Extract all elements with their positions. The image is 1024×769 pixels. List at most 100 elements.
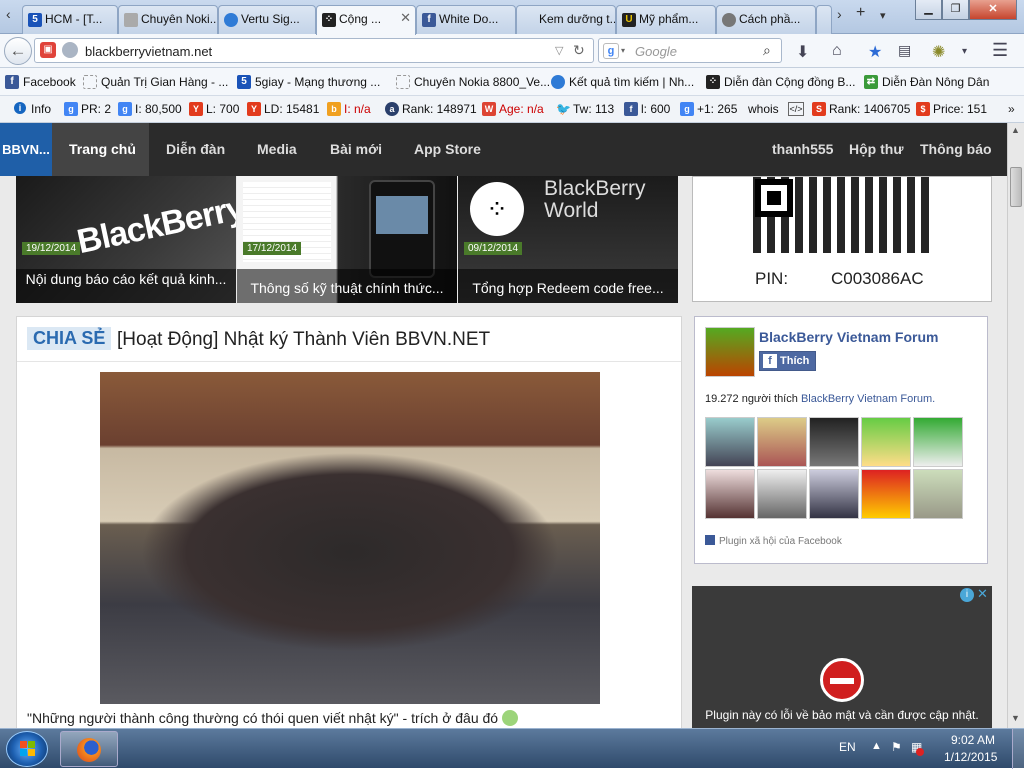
nav-inbox[interactable]: Hộp thư	[849, 141, 903, 157]
clock-date[interactable]: 1/12/2015	[944, 750, 997, 764]
fan-avatar[interactable]	[705, 417, 755, 467]
minimize-icon[interactable]: ▁	[915, 0, 942, 20]
ad-info-icon[interactable]: i	[960, 588, 974, 602]
gear-icon[interactable]: ✺	[932, 42, 945, 62]
restore-icon[interactable]: ❐	[942, 0, 969, 20]
tab-active[interactable]: ⁘ Cộng ... ✕	[316, 5, 416, 35]
seo-item[interactable]: f l: 600	[624, 102, 670, 116]
post-title[interactable]: [Hoạt Động] Nhật ký Thành Viên BBVN.NET	[117, 329, 490, 351]
tab[interactable]: Vertu Sig...	[218, 5, 316, 34]
slide-item[interactable]: ⁘ BlackBerry World 09/12/2014 Tổng hợp Re…	[458, 176, 678, 303]
tab[interactable]: U Mỹ phẩm...	[616, 5, 716, 34]
seo-item[interactable]: g +1: 265	[680, 102, 737, 116]
chevron-down-icon[interactable]: ▾	[962, 46, 967, 57]
fb-like-button[interactable]: f Thích	[759, 351, 817, 371]
fb-plugin-note[interactable]: Plugin xã hội của Facebook	[705, 535, 842, 547]
search-icon[interactable]: ⌕	[763, 42, 771, 59]
seo-item[interactable]: g I: 80,500	[118, 102, 182, 116]
fan-avatar[interactable]	[809, 417, 859, 467]
google-icon[interactable]: g	[603, 43, 619, 59]
chevron-right-icon[interactable]: »	[1008, 102, 1015, 116]
chevron-down-icon[interactable]: ▾	[621, 46, 625, 55]
fb-likes-link[interactable]: BlackBerry Vietnam Forum.	[801, 393, 935, 405]
bookmark-item[interactable]: ⇄ Diễn Đàn Nông Dân	[864, 75, 989, 89]
tray-expand-icon[interactable]: ▲	[871, 740, 882, 752]
seo-item[interactable]: a Rank: 148971	[385, 102, 477, 116]
fan-avatar[interactable]	[757, 469, 807, 519]
tab[interactable]: Cách phầ...	[716, 5, 816, 34]
taskbar-firefox[interactable]	[60, 731, 118, 767]
close-icon[interactable]: ✕	[400, 7, 411, 29]
tab-scroll-left-icon[interactable]: ‹	[6, 6, 11, 22]
tab[interactable]: f White Do...	[416, 5, 516, 34]
nav-media[interactable]: Media	[257, 141, 297, 157]
download-icon[interactable]: ⬇	[796, 42, 809, 62]
fan-avatar[interactable]	[861, 417, 911, 467]
show-desktop-button[interactable]	[1012, 729, 1024, 769]
scroll-thumb[interactable]	[1010, 167, 1022, 207]
slide-item[interactable]: BlackBerry 19/12/2014 Nội dung báo cáo k…	[16, 176, 236, 303]
tab[interactable]: 5 HCM - [T...	[22, 5, 118, 34]
tab-scroll-right-icon[interactable]: ›	[837, 6, 842, 22]
reading-list-icon[interactable]: ▤	[898, 42, 911, 59]
fan-avatar[interactable]	[913, 417, 963, 467]
seo-item[interactable]: Y L: 700	[189, 102, 239, 116]
nav-app-store[interactable]: App Store	[414, 141, 481, 157]
post-tag[interactable]: CHIA SẺ	[27, 327, 112, 350]
fan-avatar[interactable]	[757, 417, 807, 467]
fan-avatar[interactable]	[913, 469, 963, 519]
back-button[interactable]: ←	[4, 37, 32, 65]
list-all-tabs-icon[interactable]: ▾	[880, 9, 886, 22]
clock-time[interactable]: 9:02 AM	[951, 733, 995, 747]
menu-icon[interactable]: ☰	[992, 40, 1008, 61]
url-bar[interactable]: ▣ blackberryvietnam.net ▽ ↻	[34, 38, 594, 63]
close-window-icon[interactable]: ✕	[969, 0, 1017, 20]
nav-alerts[interactable]: Thông báo	[920, 141, 992, 157]
tab[interactable]	[816, 5, 832, 34]
tab[interactable]: Chuyên Noki...	[118, 5, 218, 34]
action-center-icon[interactable]: ⚑	[891, 740, 902, 754]
page-avatar[interactable]	[705, 327, 755, 377]
seo-item[interactable]: whois	[748, 102, 779, 116]
ad-close-icon[interactable]: ✕	[977, 586, 988, 602]
scroll-down-icon[interactable]: ▼	[1011, 713, 1020, 723]
nav-home[interactable]: Trang chủ	[69, 141, 136, 157]
dropdown-icon[interactable]: ▽	[555, 44, 563, 57]
seo-item[interactable]: S Rank: 1406705	[812, 102, 910, 116]
seo-item[interactable]: 🐦 Tw: 113	[556, 102, 614, 116]
fan-avatar[interactable]	[705, 469, 755, 519]
search-box[interactable]: g ▾ Google ⌕	[598, 38, 782, 63]
seo-item[interactable]: $ Price: 151	[916, 102, 987, 116]
nav-user[interactable]: thanh555	[772, 141, 833, 157]
bookmark-item[interactable]: Quản Trị Gian Hàng - ...	[83, 75, 228, 89]
seo-item[interactable]: W Age: n/a	[482, 102, 544, 116]
tab[interactable]: Kem dưỡng t...	[516, 5, 616, 34]
bookmark-item[interactable]: Kết quả tìm kiếm | Nh...	[551, 75, 694, 89]
bookmark-item[interactable]: ⁘ Diễn đàn Cộng đồng B...	[706, 75, 855, 89]
fan-avatar[interactable]	[809, 469, 859, 519]
fan-avatar[interactable]	[861, 469, 911, 519]
nav-new-posts[interactable]: Bài mới	[330, 141, 382, 157]
new-tab-icon[interactable]: +	[856, 4, 865, 22]
start-button[interactable]	[6, 731, 48, 767]
seo-item[interactable]: i Info	[14, 102, 51, 116]
bookmark-item[interactable]: 5 5giay - Mạng thương ...	[237, 75, 380, 89]
seo-item[interactable]: b I: n/a	[327, 102, 371, 116]
seo-item[interactable]: Y LD: 15481	[247, 102, 319, 116]
bookmark-item[interactable]: f Facebook	[5, 75, 76, 89]
home-icon[interactable]: ⌂	[832, 42, 842, 60]
seo-item[interactable]: g PR: 2	[64, 102, 111, 116]
slide-item[interactable]: 17/12/2014 Thông số kỹ thuật chính thức.…	[237, 176, 457, 303]
nav-forum[interactable]: Diễn đàn	[166, 141, 225, 157]
bookmark-star-icon[interactable]: ★	[868, 42, 882, 62]
source-icon[interactable]: </>	[788, 102, 804, 116]
fb-page-name[interactable]: BlackBerry Vietnam Forum	[759, 329, 938, 345]
scroll-up-icon[interactable]: ▲	[1011, 125, 1020, 135]
reload-icon[interactable]: ↻	[573, 42, 585, 59]
addon-icon[interactable]: ▣	[40, 42, 56, 58]
bookmark-item[interactable]: Chuyên Nokia 8800_Ve...	[396, 75, 550, 89]
site-logo[interactable]: BBVN...	[0, 123, 52, 176]
language-indicator[interactable]: EN	[839, 740, 856, 754]
blocked-plugin-ad[interactable]: i ✕ Plugin này có lỗi về bảo mật và cần …	[692, 586, 992, 728]
vertical-scrollbar[interactable]: ▲ ▼	[1007, 123, 1024, 728]
